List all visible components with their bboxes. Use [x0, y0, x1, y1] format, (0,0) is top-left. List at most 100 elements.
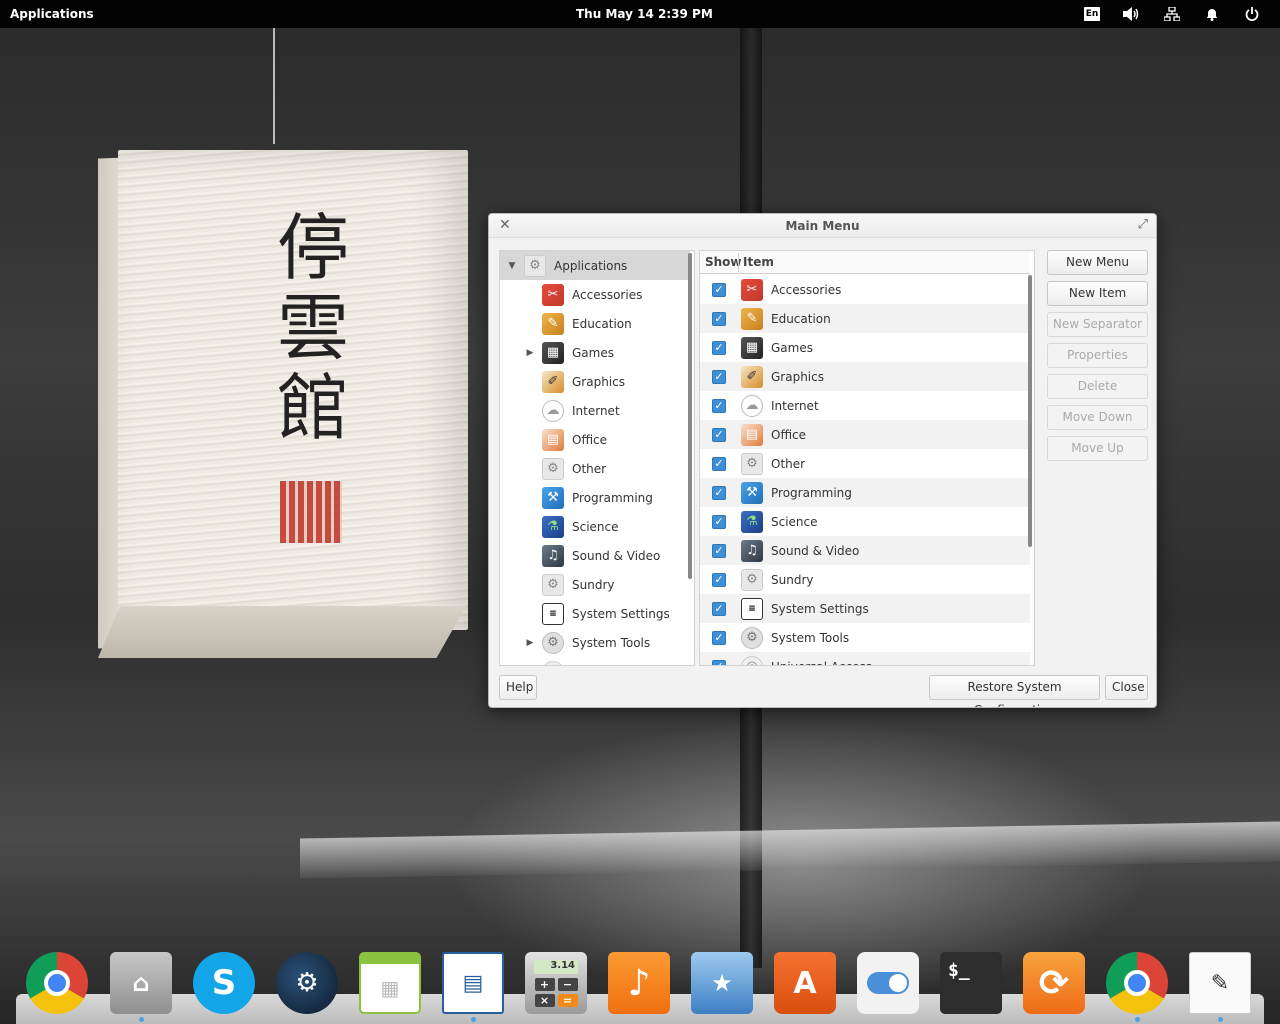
sync-icon[interactable]: ⟳ — [1023, 952, 1085, 1014]
list-scrollbar[interactable] — [1028, 275, 1032, 547]
show-checkbox[interactable]: ✓ — [712, 311, 726, 326]
list-item[interactable]: ✓ ▦ Games — [700, 333, 1030, 362]
list-item[interactable]: ✓ ⚗ Science — [700, 507, 1030, 536]
list-item[interactable]: ✓ ✎ Education — [700, 304, 1030, 333]
calculator-icon[interactable]: 3.14 + − × = — [525, 952, 587, 1014]
calculator-display: 3.14 — [534, 959, 578, 974]
show-checkbox[interactable]: ✓ — [712, 659, 726, 665]
tree-item[interactable]: ≡ System Settings — [500, 599, 690, 628]
tree-item[interactable]: ☁ Internet — [500, 396, 690, 425]
tree-item[interactable]: ♫ Sound & Video — [500, 541, 690, 570]
show-checkbox[interactable]: ✓ — [712, 630, 726, 645]
tree-scrollbar[interactable] — [688, 253, 692, 579]
list-item[interactable]: ✓ ☁ Internet — [700, 391, 1030, 420]
tree-item[interactable]: ▶ ⚙ System Tools — [500, 628, 690, 657]
tree-item[interactable]: ✎ Education — [500, 309, 690, 338]
tree-item[interactable]: ⚙ Other — [500, 454, 690, 483]
notifications-indicator[interactable] — [1192, 4, 1232, 24]
show-checkbox[interactable]: ✓ — [712, 427, 726, 442]
show-checkbox[interactable]: ✓ — [712, 514, 726, 529]
show-checkbox[interactable]: ✓ — [712, 369, 726, 384]
keyboard-indicator[interactable]: En — [1072, 4, 1112, 24]
list-item[interactable]: ✓ ✂ Accessories — [700, 275, 1030, 304]
tree-item[interactable]: ⚙ Sundry — [500, 570, 690, 599]
show-checkbox[interactable]: ✓ — [712, 601, 726, 616]
files-icon[interactable]: ⌂ — [110, 952, 172, 1014]
menu-tree[interactable]: ▼ ⚙ Applications ✂ Accessories ✎ Education ▶ ▦ Ga… — [499, 250, 695, 666]
chrome-core — [1124, 970, 1150, 996]
app-store-icon[interactable]: A — [774, 952, 836, 1014]
photos-icon[interactable]: ★ — [691, 952, 753, 1014]
network-icon — [1164, 7, 1180, 21]
move-down-button[interactable]: Move Down — [1047, 405, 1148, 430]
terminal-icon[interactable]: $_ — [940, 952, 1002, 1014]
tree-item[interactable]: ◎ Universal Access — [500, 657, 690, 665]
volume-icon — [1123, 7, 1139, 21]
show-checkbox[interactable]: ✓ — [712, 282, 726, 297]
list-item[interactable]: ✓ ◎ Universal Access — [700, 652, 1030, 665]
tree-item[interactable]: ✂ Accessories — [500, 280, 690, 309]
list-item[interactable]: ✓ ≡ System Settings — [700, 594, 1030, 623]
close-button[interactable]: Close — [1105, 675, 1148, 700]
chrome-icon[interactable] — [26, 952, 88, 1014]
list-item[interactable]: ✓ ♫ Sound & Video — [700, 536, 1030, 565]
new-separator-button[interactable]: New Separator — [1047, 312, 1148, 337]
switchboard-icon[interactable] — [857, 952, 919, 1014]
new-menu-button[interactable]: New Menu — [1047, 250, 1148, 275]
steam-icon[interactable]: ⚙ — [276, 952, 338, 1014]
header-item[interactable]: Item — [743, 255, 774, 269]
chrome-icon[interactable] — [1106, 952, 1168, 1014]
tree-item[interactable]: ▶ ▦ Games — [500, 338, 690, 367]
graphics-icon: ✐ — [741, 365, 763, 388]
network-indicator[interactable] — [1152, 4, 1192, 24]
list-item[interactable]: ✓ ⚙ Other — [700, 449, 1030, 478]
move-up-button[interactable]: Move Up — [1047, 436, 1148, 461]
show-checkbox[interactable]: ✓ — [712, 398, 726, 413]
list-header: Show Item — [700, 251, 1030, 274]
restore-system-configuration-button[interactable]: Restore System Configuration — [929, 675, 1100, 707]
tree-item[interactable]: ▤ Office — [500, 425, 690, 454]
show-checkbox[interactable]: ✓ — [712, 572, 726, 587]
show-checkbox[interactable]: ✓ — [712, 456, 726, 471]
list-item-label: Games — [771, 340, 813, 355]
panel-date[interactable]: Thu May 14 — [576, 7, 654, 21]
list-item[interactable]: ✓ ⚒ Programming — [700, 478, 1030, 507]
sound-video-icon: ♫ — [542, 544, 564, 567]
list-item[interactable]: ✓ ▤ Office — [700, 420, 1030, 449]
panel-time[interactable]: 2:39 PM — [658, 7, 713, 21]
list-item[interactable]: ✓ ⚙ System Tools — [700, 623, 1030, 652]
list-item-label: System Settings — [771, 601, 869, 616]
tree-item[interactable]: ⚗ Science — [500, 512, 690, 541]
new-item-button[interactable]: New Item — [1047, 281, 1148, 306]
music-icon[interactable]: ♪ — [608, 952, 670, 1014]
properties-button[interactable]: Properties — [1047, 343, 1148, 368]
calendar-icon[interactable]: ▦ — [359, 952, 421, 1014]
volume-indicator[interactable] — [1112, 4, 1152, 24]
delete-button[interactable]: Delete — [1047, 374, 1148, 399]
power-indicator[interactable] — [1232, 4, 1272, 24]
help-button[interactable]: Help — [499, 675, 537, 700]
calculator-key: + — [534, 977, 555, 991]
expander-arrow-icon[interactable]: ▶ — [524, 348, 536, 358]
header-show[interactable]: Show — [705, 255, 742, 269]
wallpaper-light-bar — [300, 821, 1280, 879]
expander-arrow-icon[interactable]: ▼ — [506, 261, 518, 271]
lantern-calligraphy: 停雲館 — [276, 206, 349, 450]
tree-item[interactable]: ⚒ Programming — [500, 483, 690, 512]
window-titlebar[interactable]: ✕ Main Menu ⤢ — [489, 214, 1156, 238]
list-item[interactable]: ✓ ✐ Graphics — [700, 362, 1030, 391]
list-item[interactable]: ✓ ⚙ Sundry — [700, 565, 1030, 594]
applications-menu[interactable]: Applications — [10, 7, 94, 21]
show-checkbox[interactable]: ✓ — [712, 340, 726, 355]
menu-items-list[interactable]: Show Item ✓ ✂ Accessories ✓ ✎ Education ✓ ▦ Game… — [699, 250, 1035, 666]
tree-item[interactable]: ✐ Graphics — [500, 367, 690, 396]
skype-icon[interactable]: S — [193, 952, 255, 1014]
window-maximize-icon[interactable]: ⤢ — [1138, 217, 1148, 232]
expander-arrow-icon[interactable]: ▶ — [524, 638, 536, 648]
tree-item[interactable]: ▼ ⚙ Applications — [500, 251, 690, 280]
show-checkbox[interactable]: ✓ — [712, 485, 726, 500]
show-checkbox[interactable]: ✓ — [712, 543, 726, 558]
notes-icon[interactable]: ✎ — [1189, 952, 1251, 1014]
gear-icon: ⚙ — [741, 452, 763, 475]
writer-icon[interactable]: ▤ — [442, 952, 504, 1014]
